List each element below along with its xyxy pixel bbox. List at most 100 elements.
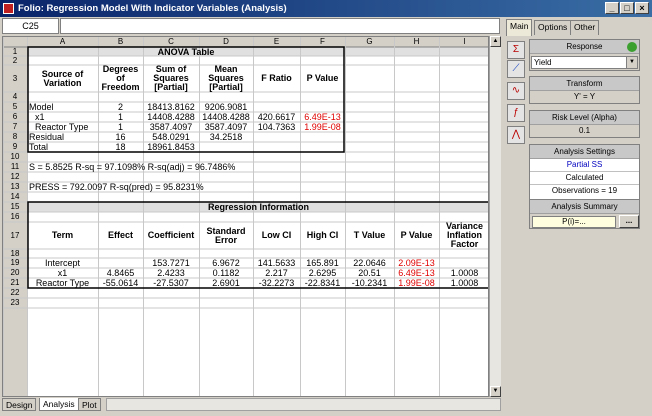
transform-value[interactable]: Y' = Y [530, 91, 639, 104]
regression-header[interactable]: High CI [300, 222, 345, 249]
anova-value[interactable]: 18413.8162 [143, 102, 199, 112]
anova-source[interactable]: Model [27, 102, 98, 112]
fit-statistics[interactable]: S = 5.8525 R-sq = 97.1098% R-sq(adj) = 9… [27, 162, 394, 172]
regression-value[interactable]: -10.2341 [345, 278, 394, 288]
regression-value[interactable]: 2.4233 [143, 268, 199, 278]
column-header[interactable]: F [300, 37, 345, 47]
regression-title[interactable]: Regression Information [27, 202, 488, 212]
anova-title[interactable]: ANOVA Table [27, 47, 345, 57]
formula-input[interactable] [60, 18, 500, 34]
anova-value[interactable]: 1.99E-08 [300, 122, 345, 132]
anova-value[interactable]: 6.49E-13 [300, 112, 345, 122]
model-icon[interactable]: ƒ [507, 104, 525, 122]
regression-value[interactable]: 1.0008 [439, 278, 488, 288]
row-header[interactable]: 5 [3, 102, 27, 112]
row-header[interactable]: 21 [3, 278, 27, 288]
anova-value[interactable]: 1 [98, 112, 143, 122]
summary-formula[interactable]: P(i)=... [532, 216, 616, 228]
row-header[interactable]: 7 [3, 122, 27, 132]
anova-value[interactable]: 14408.4288 [143, 112, 199, 122]
regression-header[interactable]: Low CI [253, 222, 300, 249]
regression-header[interactable]: Variance Inflation Factor [439, 222, 488, 249]
regression-value[interactable]: 1.0008 [439, 268, 488, 278]
row-header[interactable]: 12 [3, 172, 27, 182]
anova-source[interactable]: x1 [27, 112, 98, 122]
row-header[interactable]: 11 [3, 162, 27, 172]
regression-value[interactable]: 6.49E-13 [394, 268, 439, 278]
summary-more-button[interactable]: ... [619, 215, 639, 228]
regression-value[interactable]: 165.891 [300, 258, 345, 268]
regression-value[interactable]: 2.6295 [300, 268, 345, 278]
column-header[interactable]: B [98, 37, 143, 47]
anova-source[interactable]: Residual [27, 132, 98, 142]
press-statistics[interactable]: PRESS = 792.0097 R-sq(pred) = 95.8231% [27, 182, 394, 192]
anova-value[interactable]: 420.6617 [253, 112, 300, 122]
anova-header[interactable]: F Ratio [253, 65, 300, 92]
anova-value[interactable]: 34.2518 [199, 132, 253, 142]
spreadsheet[interactable]: A B C D E F G H I 1 2 3 4 5 6 7 8 9 10 11 12 13 14 15 16 17 18 19 20… [2, 36, 489, 397]
tab-other[interactable]: Other [570, 20, 600, 35]
cell-reference-box[interactable]: C25 [2, 18, 59, 34]
anova-header[interactable]: Mean Squares [Partial] [199, 65, 253, 92]
anova-header[interactable]: P Value [300, 65, 345, 92]
tab-analysis[interactable]: Analysis [39, 398, 79, 411]
regression-value[interactable]: 6.9672 [199, 258, 253, 268]
regression-value[interactable]: 153.7271 [143, 258, 199, 268]
anova-value[interactable]: 548.0291 [143, 132, 199, 142]
row-header[interactable]: 6 [3, 112, 27, 122]
row-header[interactable]: 22 [3, 288, 27, 298]
row-header[interactable]: 20 [3, 268, 27, 278]
regression-header[interactable]: Term [27, 222, 98, 249]
anova-value[interactable]: 16 [98, 132, 143, 142]
column-header[interactable]: C [143, 37, 199, 47]
row-header[interactable]: 18 [3, 249, 27, 258]
column-header[interactable]: G [345, 37, 394, 47]
row-header[interactable]: 10 [3, 152, 27, 162]
risk-level-value[interactable]: 0.1 [530, 125, 639, 138]
row-header[interactable]: 23 [3, 298, 27, 308]
regression-value[interactable]: 0.1182 [199, 268, 253, 278]
regression-value[interactable]: 20.51 [345, 268, 394, 278]
design-icon[interactable]: ∿ [507, 82, 525, 100]
column-header[interactable]: H [394, 37, 439, 47]
calculate-icon[interactable]: Σ [507, 41, 525, 59]
scroll-up-arrow[interactable]: ▲ [490, 36, 501, 47]
row-header[interactable]: 14 [3, 192, 27, 202]
regression-header[interactable]: T Value [345, 222, 394, 249]
row-header[interactable]: 19 [3, 258, 27, 268]
regression-value[interactable]: -55.0614 [98, 278, 143, 288]
column-header[interactable]: E [253, 37, 300, 47]
anova-value[interactable]: 9206.9081 [199, 102, 253, 112]
regression-value[interactable]: 2.217 [253, 268, 300, 278]
chart-icon[interactable]: ⋀ [507, 126, 525, 144]
regression-header[interactable]: Standard Error [199, 222, 253, 249]
anova-value[interactable]: 1 [98, 122, 143, 132]
response-select[interactable]: Yield ▼ [531, 56, 638, 69]
column-header[interactable]: I [439, 37, 488, 47]
row-header[interactable]: 1 [3, 47, 27, 56]
anova-value[interactable]: 3587.4097 [199, 122, 253, 132]
regression-term[interactable]: Reactor Type [27, 278, 98, 288]
regression-value[interactable]: 4.8465 [98, 268, 143, 278]
row-header[interactable]: 3 [3, 65, 27, 92]
column-header[interactable]: D [199, 37, 253, 47]
row-header[interactable]: 17 [3, 222, 27, 249]
minimize-button[interactable]: _ [605, 2, 619, 14]
column-header[interactable]: A [27, 37, 98, 47]
chevron-down-icon[interactable]: ▼ [626, 57, 637, 68]
regression-term[interactable]: Intercept [27, 258, 98, 268]
anova-header[interactable]: Sum of Squares [Partial] [143, 65, 199, 92]
regression-value[interactable]: -22.8341 [300, 278, 345, 288]
regression-value[interactable]: 22.0646 [345, 258, 394, 268]
maximize-button[interactable]: □ [620, 2, 634, 14]
row-header[interactable]: 8 [3, 132, 27, 142]
regression-header[interactable]: P Value [394, 222, 439, 249]
row-header[interactable]: 9 [3, 142, 27, 152]
anova-value[interactable]: 14408.4288 [199, 112, 253, 122]
regression-header[interactable]: Coefficient [143, 222, 199, 249]
close-button[interactable]: × [635, 2, 649, 14]
anova-source[interactable]: Total [27, 142, 98, 152]
row-header[interactable]: 13 [3, 182, 27, 192]
regression-value[interactable]: -32.2273 [253, 278, 300, 288]
regression-value[interactable]: 1.99E-08 [394, 278, 439, 288]
